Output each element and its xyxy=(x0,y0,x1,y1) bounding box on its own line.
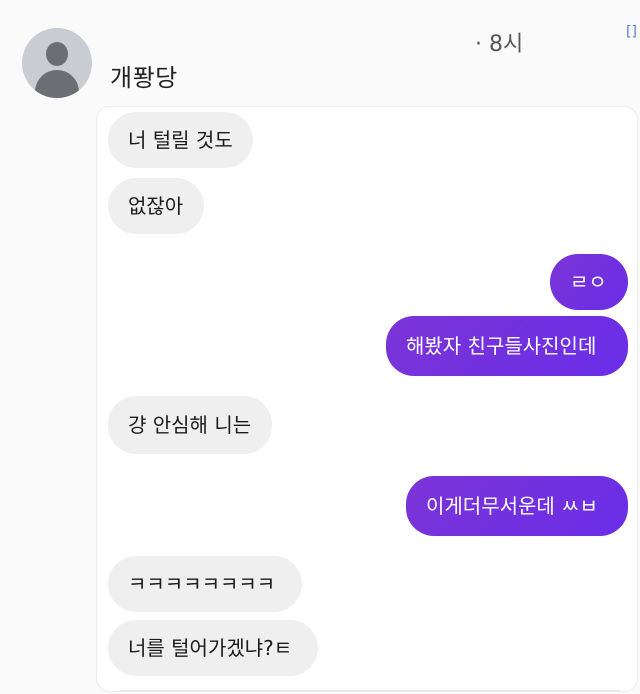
profile-head-icon xyxy=(46,42,68,66)
corner-mark: [] xyxy=(626,24,637,40)
timestamp: · 8시 xyxy=(475,32,524,57)
message-sent: ㄹㅇ xyxy=(550,254,628,310)
profile-body-icon xyxy=(35,70,79,98)
message-sent: 이게더무서운데 ㅆㅂ xyxy=(406,476,628,536)
avatar[interactable] xyxy=(22,28,92,98)
divider xyxy=(120,690,620,691)
chat-header: 개퐝당 · 8시 [] xyxy=(0,0,640,110)
message-received: ㅋㅋㅋㅋㅋㅋㅋㅋ xyxy=(108,556,302,612)
message-received: 너 털릴 것도 xyxy=(108,112,253,168)
username[interactable]: 개퐝당 xyxy=(110,58,178,93)
message-sent: 해봤자 친구들사진인데 xyxy=(386,316,628,376)
message-received: 너를 털어가겠냐?ㅌ xyxy=(108,620,318,676)
message-received: 없잖아 xyxy=(108,178,204,234)
message-received: 걍 안심해 니는 xyxy=(108,396,272,454)
